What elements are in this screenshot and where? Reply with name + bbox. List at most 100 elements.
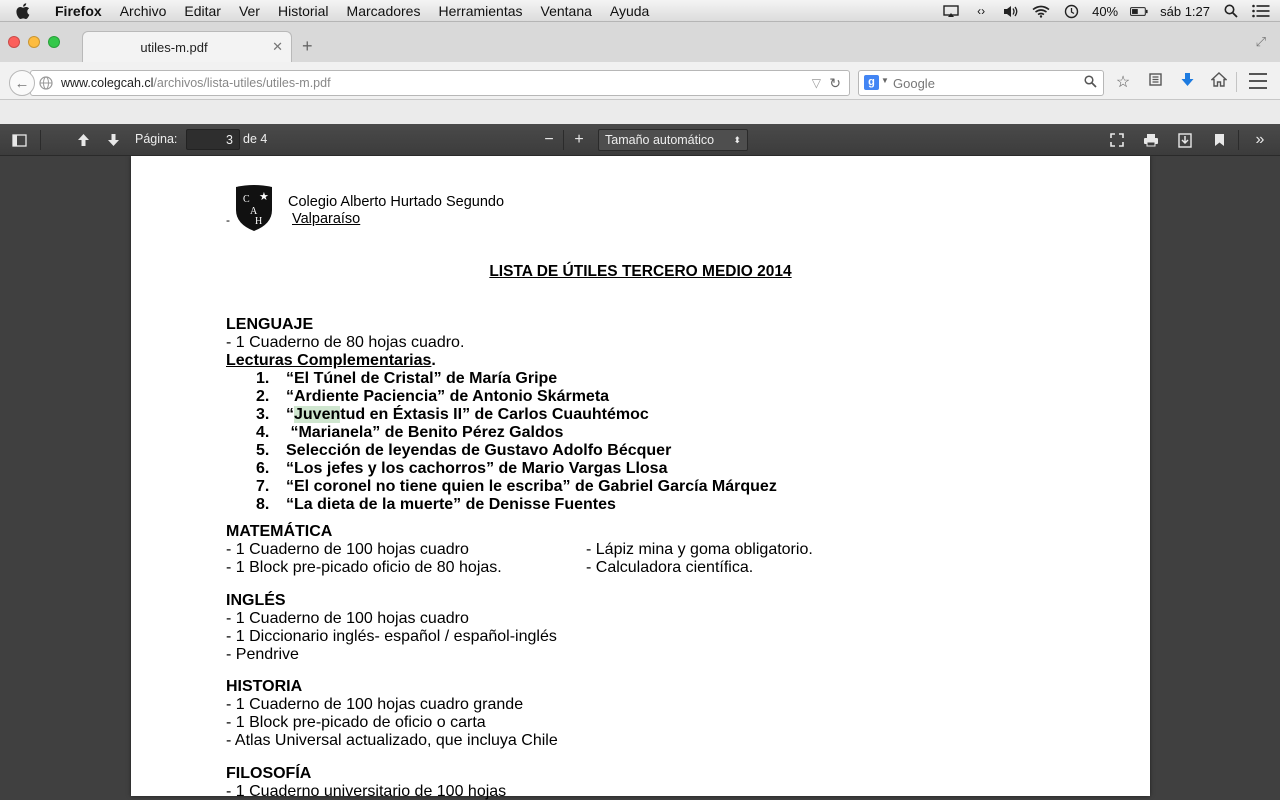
list-item: - 1 Block pre-picado de oficio o carta — [226, 714, 486, 731]
menu-ventana[interactable]: Ventana — [532, 0, 601, 22]
search-icon[interactable] — [1084, 75, 1097, 91]
wifi-icon[interactable] — [1032, 4, 1050, 18]
list-item: - 1 Cuaderno de 80 hojas cuadro. — [226, 334, 465, 351]
print-icon[interactable] — [1142, 131, 1160, 149]
new-tab-icon[interactable]: + — [302, 36, 313, 57]
zoom-select-caret-icon: ⬍ — [733, 135, 741, 145]
google-engine-icon[interactable]: g — [864, 75, 879, 90]
menu-ver[interactable]: Ver — [230, 0, 269, 22]
svg-text:★: ★ — [259, 191, 269, 203]
menu-herramientas[interactable]: Herramientas — [429, 0, 531, 22]
list-item: - Atlas Universal actualizado, que inclu… — [226, 732, 558, 749]
reading-number: 7. — [256, 478, 270, 495]
school-city: Valparaíso — [292, 211, 361, 227]
list-row: - 1 Block pre-picado oficio de 80 hojas.… — [226, 559, 1056, 577]
airplay-icon[interactable] — [942, 4, 960, 18]
bookmark-star-icon[interactable]: ☆ — [1114, 72, 1132, 93]
menu-historial[interactable]: Historial — [269, 0, 338, 22]
menu-archivo[interactable]: Archivo — [111, 0, 176, 22]
page-number-input[interactable] — [186, 129, 240, 150]
section-lenguaje: LENGUAJE - 1 Cuaderno de 80 hojas cuadro… — [226, 316, 1056, 514]
reading-text: “La dieta de la muerte” de Denisse Fuent… — [286, 496, 616, 513]
navigation-toolbar: www.colegcah.cl/archivos/lista-utiles/ut… — [0, 62, 1280, 100]
tools-menu-icon[interactable]: » — [1251, 131, 1269, 149]
download-icon[interactable] — [1176, 131, 1194, 149]
home-icon[interactable] — [1210, 72, 1228, 93]
section-heading: LENGUAJE — [226, 316, 314, 333]
readings-list: 1. “El Túnel de Cristal” de María Gripe 2… — [226, 370, 1056, 514]
presentation-mode-icon[interactable] — [1108, 131, 1126, 149]
menu-ayuda[interactable]: Ayuda — [601, 0, 658, 22]
url-path: /archivos/lista-utiles/utiles-m.pdf — [153, 76, 331, 90]
url-text[interactable]: www.colegcah.cl/archivos/lista-utiles/ut… — [61, 76, 331, 90]
list-item: - Lápiz mina y goma obligatorio. — [586, 541, 813, 558]
bookmarks-menu-icon[interactable] — [1146, 72, 1164, 93]
spotlight-icon[interactable] — [1222, 4, 1240, 18]
section-heading: MATEMÁTICA — [226, 523, 333, 540]
reading-quote: “ — [286, 406, 294, 423]
menu-marcadores[interactable]: Marcadores — [338, 0, 430, 22]
page-label: Página: — [135, 132, 178, 146]
toolbar-separator — [563, 130, 564, 150]
zoom-out-icon[interactable]: − — [540, 131, 558, 149]
toolbar-icons: ☆ — [1114, 72, 1228, 93]
window-zoom-button[interactable] — [48, 36, 60, 48]
menu-editar[interactable]: Editar — [175, 0, 230, 22]
header-dash: - — [226, 213, 230, 227]
fullscreen-icon[interactable]: ⤢ — [1256, 34, 1266, 50]
search-input[interactable] — [893, 74, 1073, 92]
reload-icon[interactable]: ↻ — [829, 75, 841, 92]
battery-percent: 40% — [1092, 3, 1119, 19]
next-page-icon[interactable] — [104, 131, 122, 149]
bookmark-icon[interactable] — [1210, 131, 1228, 149]
reading-text: “El Túnel de Cristal” de María Gripe — [286, 370, 558, 387]
list-item: - Calculadora científica. — [586, 559, 754, 576]
page-count: de 4 — [243, 132, 268, 146]
school-name: Colegio Alberto Hurtado Segundo — [288, 194, 505, 210]
url-history-dropdown-icon[interactable]: ▽ — [812, 76, 821, 90]
reading-number: 5. — [256, 442, 270, 459]
time-machine-icon[interactable] — [1062, 4, 1080, 18]
pdf-toolbar: Página: de 4 − + Tamaño automático ⬍ » — [0, 124, 1280, 156]
tab-utiles-pdf[interactable]: utiles-m.pdf ✕ — [82, 31, 292, 62]
engine-dropdown-icon[interactable]: ▼ — [881, 76, 889, 85]
section-filosofia: FILOSOFÍA - 1 Cuaderno universitario de … — [226, 765, 1056, 800]
menu-hamburger-icon[interactable] — [1249, 73, 1267, 89]
reading-number: 3. — [256, 406, 270, 423]
list-item: - 1 Cuaderno de 100 hojas cuadro — [226, 610, 469, 627]
url-bar[interactable]: www.colegcah.cl/archivos/lista-utiles/ut… — [30, 70, 850, 96]
reading-item: 8. “La dieta de la muerte” de Denisse Fue… — [226, 496, 1056, 514]
svg-text:C: C — [243, 194, 250, 205]
window-minimize-button[interactable] — [28, 36, 40, 48]
pdf-viewer[interactable]: C ★ A H - Colegio Alberto Hurtado Segund… — [0, 156, 1280, 800]
list-item: - 1 Block pre-picado oficio de 80 hojas. — [226, 559, 502, 576]
section-heading: HISTORIA — [226, 678, 303, 695]
window-close-button[interactable] — [8, 36, 20, 48]
list-item: - 1 Cuaderno universitario de 100 hojas — [226, 783, 507, 800]
apple-logo-icon[interactable] — [16, 2, 36, 19]
menu-app-firefox[interactable]: Firefox — [46, 0, 111, 22]
back-button[interactable]: ← — [9, 70, 35, 96]
notification-list-icon[interactable] — [1252, 4, 1270, 18]
reading-item: 7. “El coronel no tiene quien le escriba”… — [226, 478, 1056, 496]
reading-number: 6. — [256, 460, 270, 477]
back-arrow-icon: ← — [14, 74, 30, 92]
tab-strip: utiles-m.pdf ✕ + ⤢ — [0, 22, 1280, 62]
sidebar-toggle-icon[interactable] — [10, 131, 28, 149]
tab-close-icon[interactable]: ✕ — [272, 39, 283, 55]
previous-page-icon[interactable] — [74, 131, 92, 149]
reading-item: 1. “El Túnel de Cristal” de María Gripe — [226, 370, 1056, 388]
downloads-icon[interactable] — [1178, 72, 1196, 93]
list-item: - 1 Diccionario inglés- español / españo… — [226, 628, 557, 645]
reading-item: 5. Selección de leyendas de Gustavo Adolf… — [226, 442, 1056, 460]
menubar-clock[interactable]: sáb 1:27 — [1160, 4, 1210, 19]
zoom-select[interactable]: Tamaño automático ⬍ — [598, 129, 748, 151]
site-identity-icon[interactable] — [39, 76, 53, 93]
reading-text: “Los jefes y los cachorros” de Mario Var… — [286, 460, 668, 477]
zoom-in-icon[interactable]: + — [570, 131, 588, 149]
code-icon[interactable]: ‹› — [972, 4, 990, 18]
tab-title: utiles-m.pdf — [140, 40, 208, 55]
volume-icon[interactable] — [1002, 4, 1020, 18]
battery-icon[interactable] — [1130, 4, 1148, 18]
search-bar[interactable]: g ▼ — [858, 70, 1104, 96]
